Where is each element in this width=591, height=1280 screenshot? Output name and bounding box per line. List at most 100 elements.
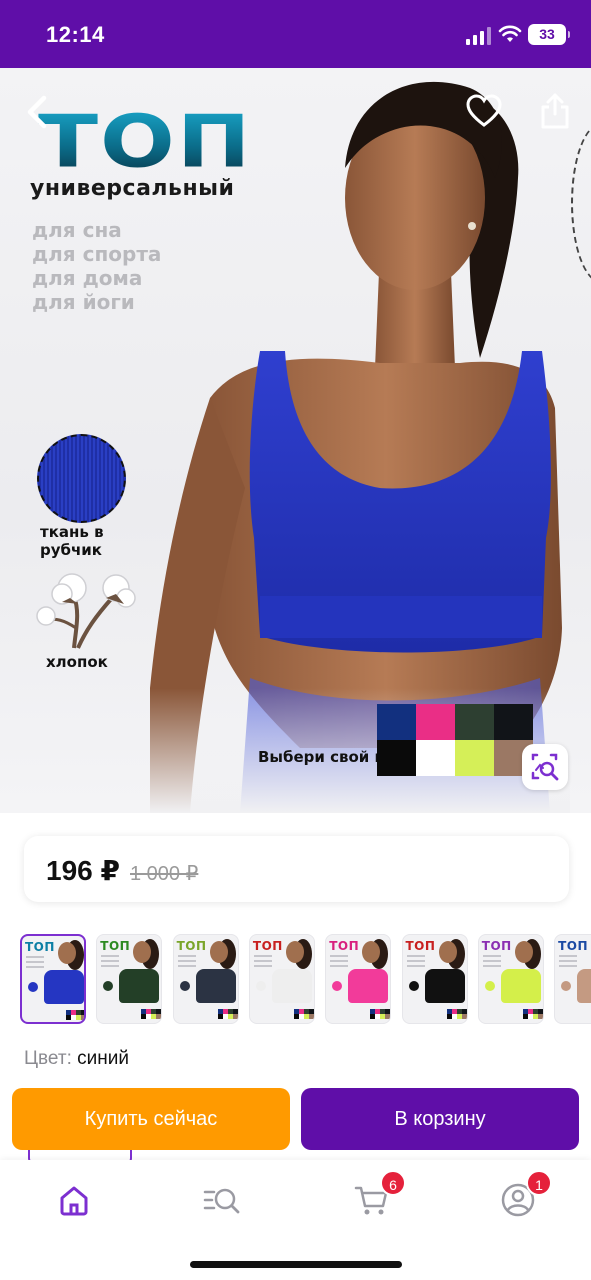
variant-top <box>424 969 465 1003</box>
variant-thumbnail[interactable]: ТОП <box>20 934 86 1024</box>
price-card: 196 ₽ 1 000 ₽ <box>24 836 569 902</box>
current-price: 196 ₽ <box>46 855 120 886</box>
variant-title: ТОП <box>100 939 131 953</box>
variant-title: ТОП <box>481 939 512 953</box>
palette-swatch <box>455 740 494 776</box>
status-bar: 12:14 33 <box>0 0 591 68</box>
variant-palette <box>141 1009 162 1019</box>
back-chevron-icon[interactable] <box>22 92 52 132</box>
variant-model-head <box>285 941 304 963</box>
variant-title: ТОП <box>176 939 207 953</box>
favorite-heart-icon[interactable] <box>466 94 502 128</box>
variant-top <box>271 969 312 1003</box>
variant-top <box>119 969 160 1003</box>
selected-color: Цвет: синий <box>24 1048 129 1070</box>
cellular-signal-icon <box>466 27 492 45</box>
share-icon[interactable] <box>538 92 572 130</box>
tab-profile[interactable]: 1 <box>498 1170 552 1220</box>
variant-swatch <box>103 981 114 991</box>
palette-swatch <box>455 704 494 740</box>
variant-text-lines <box>101 955 120 970</box>
variant-palette <box>522 1009 543 1019</box>
status-time: 12:14 <box>46 22 105 47</box>
variant-palette <box>66 1010 84 1020</box>
variant-thumbnail[interactable]: ТОП <box>325 934 392 1024</box>
variant-model-head <box>58 942 76 964</box>
variant-top <box>348 969 389 1003</box>
variant-text-lines <box>177 955 196 970</box>
product-image[interactable]: ТОП универсальный для сна для спорта для… <box>0 68 591 813</box>
wifi-icon <box>498 25 522 42</box>
variant-swatch <box>561 981 572 991</box>
palette-swatch <box>416 740 455 776</box>
variant-text-lines <box>406 955 425 970</box>
variant-top <box>577 969 591 1003</box>
variant-title: ТОП <box>405 939 436 953</box>
variant-title: ТОП <box>25 940 55 954</box>
usage-item: для сна <box>32 218 122 242</box>
variant-top <box>500 969 541 1003</box>
usage-list: для сна для спорта для дома для йоги <box>32 218 161 314</box>
product-page: 12:14 33 ТОП универсальный для сна для с… <box>0 0 591 1280</box>
variant-swatch <box>179 981 190 991</box>
color-variants: ТОП ТОП ТОП ТОП ТОП ТОП ТОП ТОП <box>18 934 591 1026</box>
variant-palette <box>446 1009 467 1019</box>
buy-now-button[interactable]: Купить сейчас <box>12 1088 290 1150</box>
variant-thumbnail[interactable]: ТОП <box>554 934 591 1024</box>
variant-top <box>195 969 236 1003</box>
palette-swatch <box>377 704 416 740</box>
palette-swatch <box>416 704 455 740</box>
usage-item: для спорта <box>32 242 162 266</box>
old-price: 1 000 ₽ <box>130 863 199 885</box>
variant-thumbnail[interactable]: ТОП <box>477 934 544 1024</box>
variant-text-lines <box>559 955 578 970</box>
variant-palette <box>293 1009 314 1019</box>
variant-swatch <box>255 981 266 991</box>
add-to-cart-button[interactable]: В корзину <box>301 1088 579 1150</box>
variant-thumbnail[interactable]: ТОП <box>96 934 163 1024</box>
palette-swatch <box>494 704 533 740</box>
variant-thumbnail[interactable]: ТОП <box>172 934 239 1024</box>
variant-text-lines <box>330 955 349 970</box>
color-label: Цвет: <box>24 1048 72 1069</box>
variant-thumbnail[interactable]: ТОП <box>248 934 315 1024</box>
catalog-search-icon <box>203 1188 240 1214</box>
tab-catalog[interactable] <box>202 1180 242 1220</box>
variant-model-head <box>514 941 533 963</box>
tab-cart[interactable]: 6 <box>352 1170 406 1220</box>
image-search-icon <box>531 753 559 781</box>
profile-badge: 1 <box>526 1170 552 1196</box>
usage-item: для дома <box>32 266 143 290</box>
battery-indicator: 33 <box>528 24 570 45</box>
variant-palette <box>217 1009 238 1019</box>
variant-swatch <box>484 981 495 991</box>
tab-home[interactable] <box>54 1180 94 1220</box>
variant-title: ТОП <box>558 939 589 953</box>
fabric-label: ткань в рубчик <box>40 523 104 559</box>
variant-thumbnail[interactable]: ТОП <box>401 934 468 1024</box>
variant-swatch <box>332 981 343 991</box>
next-image-peek <box>571 123 591 283</box>
variant-title: ТОП <box>329 939 360 953</box>
variant-model-head <box>209 941 228 963</box>
variant-text-lines <box>26 956 44 971</box>
variant-palette <box>370 1009 391 1019</box>
variant-model-head <box>438 941 457 963</box>
color-value: синий <box>77 1048 129 1069</box>
cotton-flower-icon <box>36 573 136 649</box>
palette-swatch <box>377 740 416 776</box>
model-illustration <box>150 81 570 813</box>
usage-item: для йоги <box>32 290 135 314</box>
home-indicator <box>190 1261 402 1268</box>
cart-badge: 6 <box>380 1170 406 1196</box>
cotton-label: хлопок <box>46 653 108 671</box>
fabric-swatch <box>37 434 126 523</box>
variant-text-lines <box>482 955 501 970</box>
home-icon <box>60 1186 88 1216</box>
bottom-tab-bar: 6 1 <box>0 1160 591 1280</box>
variant-top <box>44 970 84 1004</box>
color-palette <box>377 704 533 776</box>
visual-search-button[interactable] <box>522 744 568 790</box>
variant-title: ТОП <box>252 939 283 953</box>
variant-swatch <box>28 982 38 992</box>
